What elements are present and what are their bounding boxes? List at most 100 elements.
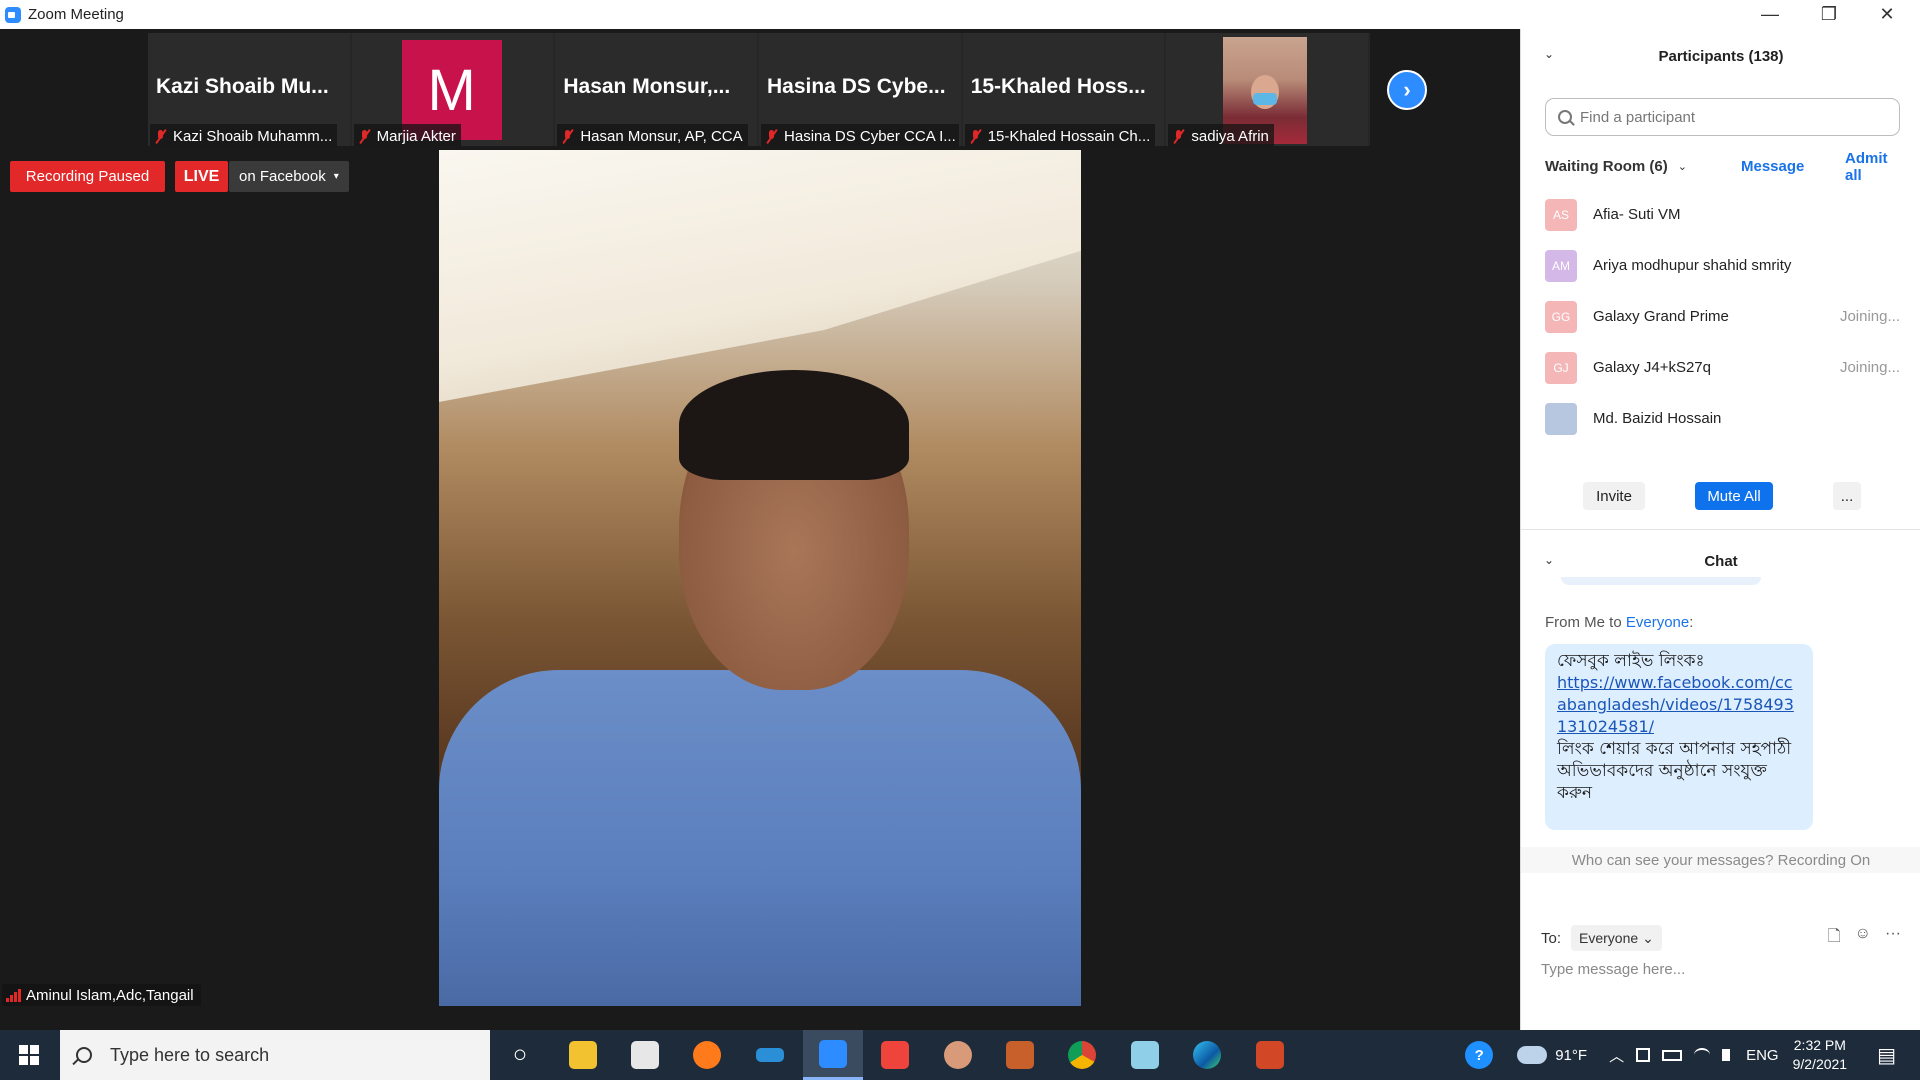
invite-button[interactable]: Invite [1583, 482, 1645, 510]
tile-name-label: 15-Khaled Hossain Ch... [964, 124, 1156, 146]
more-icon[interactable]: ··· [1885, 925, 1901, 952]
active-speaker-label: Aminul Islam,Adc,Tangail [2, 984, 201, 1006]
weather-icon[interactable] [1517, 1046, 1548, 1064]
taskbar-search-placeholder: Type here to search [110, 1044, 270, 1065]
file-icon[interactable]: 🗋 [1828, 925, 1841, 952]
infinity-app-icon[interactable] [740, 1030, 800, 1080]
recipient-select[interactable]: Everyone ⌄ [1571, 925, 1662, 951]
chat-recipient-row: To: Everyone ⌄ 🗋 ☺ ··· [1541, 924, 1911, 952]
tile-name-label: Hasan Monsur, AP, CCA [557, 124, 748, 146]
start-button[interactable] [0, 1030, 58, 1080]
next-page-arrow-icon[interactable]: › [1387, 70, 1427, 110]
meeting-area: Kazi Shoaib Mu... Kazi Shoaib Muhamm... … [0, 29, 1520, 1030]
side-panel: ⌄ Participants (138) Find a participant … [1520, 29, 1920, 1030]
more-options-button[interactable]: ... [1833, 482, 1861, 510]
list-item[interactable]: AM Ariya modhupur shahid smrity [1545, 240, 1900, 291]
message-waiting-link[interactable]: Message [1741, 158, 1804, 175]
edge-icon[interactable] [1177, 1030, 1237, 1080]
device-icon[interactable] [1636, 1048, 1651, 1062]
chat-recipient[interactable]: Everyone [1626, 614, 1689, 631]
participant-name: Galaxy Grand Prime [1593, 308, 1729, 325]
chevron-down-icon: ⌄ [1642, 929, 1654, 946]
tile-name-text: sadiya Afrin [1191, 127, 1269, 145]
restore-button[interactable]: ❐ [1800, 0, 1858, 29]
chat-message-link[interactable]: https://www.facebook.com/ccabangladesh/v… [1557, 672, 1801, 738]
wifi-icon[interactable] [1694, 1048, 1711, 1062]
language-indicator[interactable]: ENG [1746, 1047, 1779, 1064]
avatar: GJ [1545, 351, 1577, 384]
participant-tile[interactable]: Hasina DS Cybe... Hasina DS Cyber CCA I.… [759, 33, 961, 146]
emoji-icon[interactable]: ☺ [1855, 925, 1871, 952]
mute-all-button[interactable]: Mute All [1695, 482, 1773, 510]
active-speaker-name: Aminul Islam,Adc,Tangail [26, 986, 194, 1004]
caret-down-icon: ▾ [333, 171, 339, 182]
admit-all-link[interactable]: Admit all [1845, 150, 1905, 184]
tile-name-label: Hasina DS Cyber CCA I... [761, 124, 960, 146]
clock[interactable]: 2:32 PM 9/2/2021 [1793, 1036, 1848, 1074]
live-target-dropdown[interactable]: on Facebook ▾ [229, 161, 349, 192]
chat-sender-line: From Me to Everyone: [1545, 614, 1693, 631]
anydesk-icon[interactable] [865, 1030, 925, 1080]
panel-divider [1521, 529, 1920, 530]
chevron-up-icon[interactable]: ︿ [1609, 1045, 1624, 1066]
chat-tools: 🗋 ☺ ··· [1828, 925, 1901, 952]
bangla-keyboard-icon[interactable] [990, 1030, 1050, 1080]
participant-name: Afia- Suti VM [1593, 206, 1681, 223]
recording-paused-badge[interactable]: Recording Paused [10, 161, 165, 192]
battery-icon[interactable] [1662, 1049, 1683, 1061]
tile-name-text: Hasina DS Cyber CCA I... [784, 127, 956, 145]
tile-name-text: 15-Khaled Hossain Ch... [987, 127, 1151, 145]
search-icon [76, 1047, 92, 1063]
list-item[interactable]: AS Afia- Suti VM [1545, 189, 1900, 240]
avatar: AS [1545, 198, 1577, 231]
close-button[interactable]: ✕ [1858, 0, 1916, 29]
paint-icon[interactable] [928, 1030, 988, 1080]
who-can-see-messages[interactable]: Who can see your messages? Recording On [1521, 847, 1920, 873]
list-item[interactable]: GG Galaxy Grand Prime Joining... [1545, 291, 1900, 342]
participant-strip: Kazi Shoaib Mu... Kazi Shoaib Muhamm... … [148, 33, 1370, 146]
active-speaker-video [439, 150, 1081, 1006]
participant-status: Joining... [1839, 308, 1900, 325]
chevron-down-icon[interactable]: ⌄ [1678, 160, 1687, 173]
waiting-room-title[interactable]: Waiting Room (6) [1545, 158, 1668, 175]
minimize-button[interactable]: — [1741, 0, 1799, 29]
chat-title: Chat [1704, 552, 1738, 570]
taskbar-search-input[interactable]: Type here to search [60, 1030, 490, 1080]
tile-display-name: Hasan Monsur,... [563, 75, 731, 98]
chat-message-input[interactable]: Type message here... [1541, 961, 1901, 991]
list-item[interactable]: Md. Baizid Hossain [1545, 393, 1900, 444]
help-icon[interactable]: ? [1465, 1041, 1494, 1069]
powerpoint-icon[interactable] [1240, 1030, 1300, 1080]
notification-icon[interactable]: ▤ [1877, 1043, 1896, 1068]
zoom-taskbar-icon[interactable] [803, 1030, 863, 1080]
chat-from-suffix: : [1689, 614, 1694, 631]
clock-time: 2:32 PM [1793, 1037, 1846, 1053]
participant-tile[interactable]: sadiya Afrin [1166, 33, 1369, 146]
windows-logo-icon [19, 1045, 39, 1065]
participant-tile[interactable]: 15-Khaled Hoss... 15-Khaled Hossain Ch..… [962, 33, 1165, 146]
tile-display-name: 15-Khaled Hoss... [970, 75, 1146, 98]
firefox-icon[interactable] [677, 1030, 737, 1080]
chrome-icon[interactable] [1052, 1030, 1112, 1080]
participant-search-input[interactable]: Find a participant [1545, 98, 1900, 136]
file-explorer-icon[interactable] [553, 1030, 613, 1080]
title-bar: Zoom Meeting — ❐ ✕ [0, 0, 1920, 29]
video-person-shirt [439, 670, 1081, 1006]
participant-tile[interactable]: M Marjia Akter [351, 33, 554, 146]
participant-tile[interactable]: Hasan Monsur,... Hasan Monsur, AP, CCA [555, 33, 758, 146]
volume-icon[interactable] [1722, 1049, 1731, 1061]
tile-display-name: Hasina DS Cybe... [767, 75, 946, 98]
windows-taskbar: Type here to search ○ ? 91°F ︿ ENG 2:32 … [0, 1030, 1920, 1080]
participant-status: Joining... [1839, 359, 1900, 376]
store-icon[interactable] [615, 1030, 675, 1080]
cortana-icon[interactable]: ○ [490, 1030, 550, 1080]
signal-strength-icon [6, 988, 21, 1002]
waiting-room-header: Waiting Room (6) ⌄ Message Admit all [1545, 150, 1905, 184]
list-item[interactable]: GJ Galaxy J4+kS27q Joining... [1545, 342, 1900, 393]
notes-app-icon[interactable] [1115, 1030, 1175, 1080]
participant-tile[interactable]: Kazi Shoaib Mu... Kazi Shoaib Muhamm... [148, 33, 350, 146]
weather-temp[interactable]: 91°F [1555, 1047, 1587, 1064]
live-badge: LIVE [175, 161, 228, 192]
avatar: GG [1545, 300, 1577, 333]
search-icon [1558, 110, 1572, 124]
